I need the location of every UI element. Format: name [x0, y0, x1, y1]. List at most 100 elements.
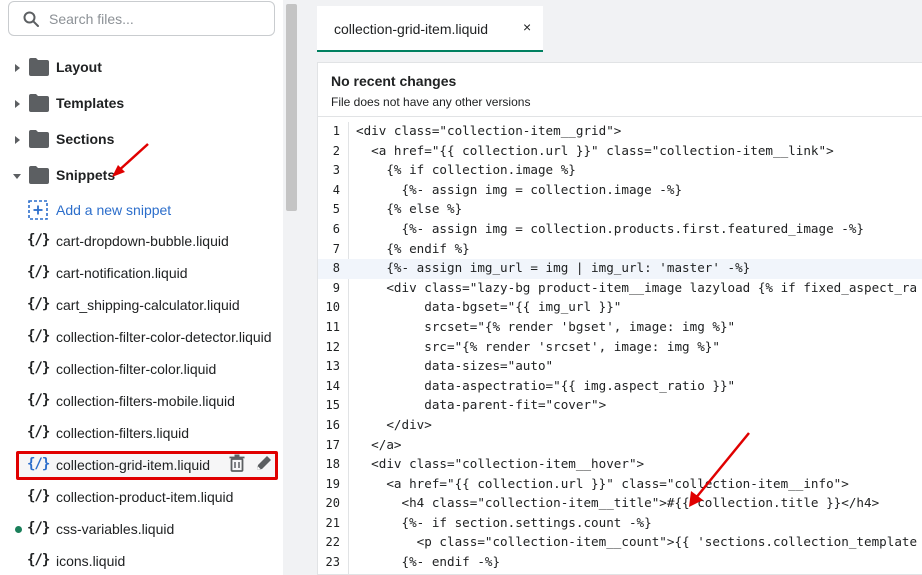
code-line[interactable]: 20 <h4 class="collection-item__title">#{…: [318, 494, 922, 514]
code-line[interactable]: 8 {%- assign img_url = img | img_url: 'm…: [318, 259, 922, 279]
line-number: 14: [325, 378, 340, 393]
liquid-file-icon: {/}: [27, 456, 50, 472]
code-line[interactable]: 4 {%- assign img = collection.image -%}: [318, 181, 922, 201]
code-line[interactable]: 21 {%- if section.settings.count -%}: [318, 514, 922, 534]
line-number: 5: [332, 202, 340, 217]
file-item[interactable]: {/} cart-notification.liquid: [0, 258, 283, 288]
file-item[interactable]: {/} icons.liquid: [0, 546, 283, 575]
code-line[interactable]: 15 data-parent-fit="cover">: [318, 396, 922, 416]
file-item[interactable]: {/} collection-filter-color.liquid: [0, 354, 283, 384]
folder-templates[interactable]: Templates: [0, 88, 283, 120]
code-text: {% if collection.image %}: [356, 162, 576, 178]
version-notice: No recent changes File does not have any…: [318, 63, 922, 117]
folder-icon: [29, 58, 49, 76]
search-input[interactable]: [49, 10, 249, 27]
sidebar-scrollbar[interactable]: [283, 0, 300, 575]
code-line[interactable]: 23 {%- endif -%}: [318, 553, 922, 573]
code-text: <div class="collection-item__grid">: [356, 123, 622, 138]
liquid-file-icon: {/}: [27, 360, 50, 376]
edit-pencil-icon[interactable]: [255, 454, 273, 472]
code-line[interactable]: 7 {% endif %}: [318, 240, 922, 260]
folder-label: Snippets: [56, 167, 116, 183]
modified-indicator: [15, 526, 22, 533]
folder-snippets[interactable]: Snippets: [0, 160, 283, 192]
liquid-file-icon: {/}: [27, 520, 50, 536]
code-line[interactable]: 1 <div class="collection-item__grid">: [318, 122, 922, 142]
line-number: 4: [332, 182, 340, 197]
liquid-file-icon: {/}: [27, 296, 50, 312]
folder-label: Sections: [56, 131, 115, 147]
chevron-down-icon: [13, 174, 21, 179]
folder-layout[interactable]: Layout: [0, 52, 283, 84]
code-line[interactable]: 2 <a href="{{ collection.url }}" class="…: [318, 142, 922, 162]
line-number: 3: [332, 163, 340, 178]
line-number: 19: [325, 476, 340, 491]
code-line[interactable]: 18 <div class="collection-item__hover">: [318, 455, 922, 475]
liquid-file-icon: {/}: [27, 488, 50, 504]
code-line[interactable]: 16 </div>: [318, 416, 922, 436]
trash-icon[interactable]: [229, 454, 245, 472]
code-line[interactable]: 3 {% if collection.image %}: [318, 161, 922, 181]
line-number: 15: [325, 398, 340, 413]
file-item[interactable]: {/} collection-filters-mobile.liquid: [0, 386, 283, 416]
file-item[interactable]: {/} css-variables.liquid: [0, 514, 283, 544]
code-line[interactable]: 5 {% else %}: [318, 200, 922, 220]
file-label: collection-filter-color-detector.liquid: [56, 329, 272, 345]
file-item-selected[interactable]: {/} collection-grid-item.liquid: [0, 450, 283, 480]
code-text: data-parent-fit="cover">: [356, 397, 607, 413]
line-number: 21: [325, 515, 340, 530]
code-area[interactable]: 1 <div class="collection-item__grid"> 2 <a…: [318, 122, 922, 573]
file-item[interactable]: {/} cart-dropdown-bubble.liquid: [0, 226, 283, 256]
editor-tabbar: collection-grid-item.liquid ×: [317, 0, 922, 52]
code-line[interactable]: 19 <a href="{{ collection.url }}" class=…: [318, 475, 922, 495]
code-text: <div class="lazy-bg product-item__image …: [356, 279, 918, 295]
file-item[interactable]: {/} collection-filters.liquid: [0, 418, 283, 448]
file-sidebar: Layout Templates Sections Snippets Add a ne…: [0, 0, 283, 575]
add-file-icon: [28, 200, 48, 220]
folder-sections[interactable]: Sections: [0, 124, 283, 156]
line-number: 22: [325, 535, 340, 550]
code-text: <a href="{{ collection.url }}" class="co…: [356, 475, 849, 491]
folder-icon: [29, 166, 49, 184]
tab-collection-grid-item[interactable]: collection-grid-item.liquid ×: [317, 6, 543, 52]
file-item[interactable]: {/} cart_shipping-calculator.liquid: [0, 290, 283, 320]
code-line[interactable]: 10 data-bgset="{{ img_url }}": [318, 298, 922, 318]
code-text: data-aspectratio="{{ img.aspect_ratio }}…: [356, 377, 736, 393]
code-line[interactable]: 9 <div class="lazy-bg product-item__imag…: [318, 279, 922, 299]
code-line[interactable]: 17 </a>: [318, 436, 922, 456]
tab-close-icon[interactable]: ×: [523, 19, 531, 35]
scrollbar-thumb[interactable]: [286, 4, 297, 211]
code-text: <h4 class="collection-item__title">#{{ c…: [356, 495, 880, 511]
line-number: 6: [332, 221, 340, 236]
line-number: 16: [325, 417, 340, 432]
code-line[interactable]: 11 srcset="{% render 'bgset', image: img…: [318, 318, 922, 338]
code-line[interactable]: 14 data-aspectratio="{{ img.aspect_ratio…: [318, 377, 922, 397]
folder-icon: [29, 94, 49, 112]
code-text: srcset="{% render 'bgset', image: img %}…: [356, 318, 736, 334]
code-text: {%- assign img = collection.image -%}: [356, 181, 683, 197]
code-text: {%- assign img = collection.products.fir…: [356, 220, 864, 236]
file-label: collection-filters-mobile.liquid: [56, 393, 235, 409]
file-item[interactable]: {/} collection-product-item.liquid: [0, 482, 283, 512]
file-item[interactable]: {/} collection-filter-color-detector.liqu…: [0, 322, 283, 352]
code-line[interactable]: 13 data-sizes="auto": [318, 357, 922, 377]
liquid-file-icon: {/}: [27, 552, 50, 568]
code-line[interactable]: 6 {%- assign img = collection.products.f…: [318, 220, 922, 240]
file-label: collection-product-item.liquid: [56, 489, 234, 505]
line-number: 11: [325, 319, 340, 334]
add-snippet-label: Add a new snippet: [56, 202, 172, 218]
code-line[interactable]: 12 src="{% render 'srcset', image: img %…: [318, 338, 922, 358]
search-icon: [23, 11, 39, 27]
file-label: collection-filter-color.liquid: [56, 361, 217, 377]
code-line[interactable]: 22 <p class="collection-item__count">{{ …: [318, 533, 922, 553]
line-number: 8: [332, 261, 340, 276]
line-number: 10: [325, 300, 340, 315]
file-label: cart_shipping-calculator.liquid: [56, 297, 240, 313]
code-text: </div>: [356, 416, 432, 432]
code-text: {%- if section.settings.count -%}: [356, 514, 652, 530]
search-box[interactable]: [8, 1, 275, 36]
add-snippet-link[interactable]: Add a new snippet: [0, 196, 283, 224]
line-number: 13: [325, 359, 340, 374]
liquid-file-icon: {/}: [27, 264, 50, 280]
line-number: 7: [332, 241, 340, 256]
